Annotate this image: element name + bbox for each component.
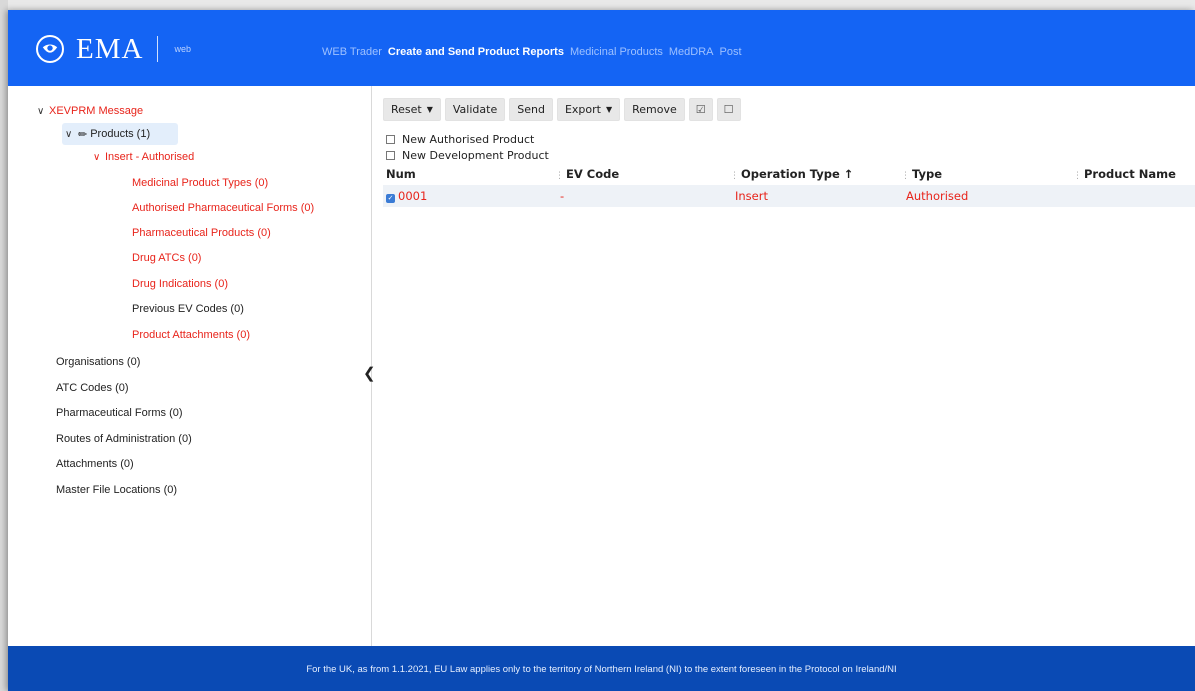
nav-post[interactable]: Post bbox=[720, 46, 742, 58]
tree-item-medicinal-product-types[interactable]: Medicinal Product Types (0) bbox=[132, 172, 268, 194]
checkbox-icon[interactable] bbox=[386, 134, 395, 144]
validate-button[interactable]: Validate bbox=[444, 98, 506, 121]
chevron-down-icon[interactable]: ∨ bbox=[93, 152, 105, 163]
table-row[interactable]: ✓ 0001 - Insert Authorised bbox=[383, 185, 1195, 207]
tree-insert-label: Insert - Authorised bbox=[105, 151, 195, 163]
reset-label: Reset bbox=[391, 103, 422, 116]
new-product-options: New Authorised Product New Development P… bbox=[386, 131, 549, 163]
tree-item-previous-ev-codes[interactable]: Previous EV Codes (0) bbox=[132, 298, 244, 320]
caret-down-icon: ▼ bbox=[426, 105, 433, 114]
checkbox-icon[interactable] bbox=[386, 150, 395, 160]
deselect-all-icon[interactable]: ☐ bbox=[716, 98, 741, 121]
column-type-label: Type bbox=[912, 167, 943, 181]
new-authorised-product-option[interactable]: New Authorised Product bbox=[386, 131, 549, 147]
nav-medicinal-products[interactable]: Medicinal Products bbox=[570, 46, 663, 58]
tree-item-drug-atcs[interactable]: Drug ATCs (0) bbox=[132, 247, 201, 269]
column-ev-code[interactable]: ⋮ EV Code bbox=[555, 167, 619, 181]
cell-ev-code: - bbox=[560, 189, 565, 203]
window-edge bbox=[0, 0, 8, 691]
cell-num-value: 0001 bbox=[398, 189, 428, 203]
export-button[interactable]: Export ▼ bbox=[556, 98, 621, 121]
tree-item-pharmaceutical-forms[interactable]: Pharmaceutical Forms (0) bbox=[56, 402, 183, 424]
column-num[interactable]: Num bbox=[386, 167, 416, 181]
tree-item-atc-codes[interactable]: ATC Codes (0) bbox=[56, 377, 129, 399]
app-name-sub: web bbox=[174, 44, 191, 54]
send-button[interactable]: Send bbox=[509, 98, 553, 121]
column-grip-icon[interactable]: ⋮ bbox=[730, 171, 739, 181]
column-grip-icon[interactable]: ⋮ bbox=[901, 171, 910, 181]
column-product-name[interactable]: ⋮ Product Name bbox=[1073, 167, 1176, 181]
tree-item-routes-of-administration[interactable]: Routes of Administration (0) bbox=[56, 428, 192, 450]
remove-button[interactable]: Remove bbox=[624, 98, 685, 121]
logo[interactable]: EMA XEVMPD web bbox=[36, 31, 481, 127]
logo-divider bbox=[157, 36, 159, 62]
column-operation-type-label: Operation Type ↑ bbox=[741, 167, 854, 181]
select-all-icon[interactable]: ☑ bbox=[688, 98, 713, 121]
app-window: EMA XEVMPD web WEB Trader Create and Sen… bbox=[8, 10, 1195, 691]
logo-text: EMA bbox=[76, 32, 144, 65]
cell-operation-type: Insert bbox=[735, 189, 768, 203]
cell-num[interactable]: ✓ 0001 bbox=[386, 189, 427, 203]
tree-item-master-file-locations[interactable]: Master File Locations (0) bbox=[56, 479, 177, 501]
new-development-product-option[interactable]: New Development Product bbox=[386, 147, 549, 163]
tree-item-pharmaceutical-products[interactable]: Pharmaceutical Products (0) bbox=[132, 222, 271, 244]
cell-type: Authorised bbox=[906, 189, 969, 203]
column-product-name-label: Product Name bbox=[1084, 167, 1176, 181]
reset-button[interactable]: Reset ▼ bbox=[383, 98, 441, 121]
sidebar-tree: ∨ XEVPRM Message ∨ ✏ Products (1) ∨ Inse… bbox=[8, 86, 376, 646]
tree-item-product-attachments[interactable]: Product Attachments (0) bbox=[132, 324, 250, 346]
pencil-icon: ✏ bbox=[78, 128, 88, 141]
nav-meddra[interactable]: MedDRA bbox=[669, 46, 714, 58]
export-label: Export bbox=[564, 103, 601, 116]
new-authorised-label: New Authorised Product bbox=[402, 132, 535, 146]
top-nav: WEB Trader Create and Send Product Repor… bbox=[322, 46, 742, 58]
toolbar: Reset ▼ Validate Send Export ▼ Remove ☑ … bbox=[383, 98, 741, 121]
main-panel: Reset ▼ Validate Send Export ▼ Remove ☑ … bbox=[373, 86, 1195, 646]
column-ev-code-label: EV Code bbox=[566, 167, 620, 181]
ema-logo-icon bbox=[36, 35, 64, 63]
checkbox-checked-icon[interactable]: ✓ bbox=[386, 194, 395, 203]
caret-down-icon: ▼ bbox=[605, 105, 613, 114]
chevron-down-icon[interactable]: ∨ bbox=[65, 129, 77, 140]
app-name: XEVMPD web bbox=[172, 44, 481, 127]
background-strip bbox=[0, 0, 1195, 10]
nav-create-send[interactable]: Create and Send Product Reports bbox=[388, 46, 564, 58]
footer-notice: For the UK, as from 1.1.2021, EU Law app… bbox=[8, 646, 1195, 691]
chevron-down-icon[interactable]: ∨ bbox=[37, 106, 49, 117]
tree-item-organisations[interactable]: Organisations (0) bbox=[56, 351, 140, 373]
tree-products-label: Products (1) bbox=[90, 128, 151, 140]
tree-insert-authorised[interactable]: ∨ Insert - Authorised bbox=[93, 146, 194, 168]
nav-web-trader[interactable]: WEB Trader bbox=[322, 46, 382, 58]
new-development-label: New Development Product bbox=[402, 148, 549, 162]
header-bar: EMA XEVMPD web WEB Trader Create and Sen… bbox=[8, 10, 1195, 127]
table-header: Num ⋮ EV Code ⋮ Operation Type ↑ ⋮ Type ⋮ Pr… bbox=[383, 167, 1195, 185]
column-operation-type[interactable]: ⋮ Operation Type ↑ bbox=[730, 167, 853, 181]
tree-item-drug-indications[interactable]: Drug Indications (0) bbox=[132, 273, 228, 295]
column-grip-icon[interactable]: ⋮ bbox=[1073, 171, 1082, 181]
tree-root[interactable]: ∨ XEVPRM Message bbox=[37, 100, 143, 122]
tree-products[interactable]: ∨ ✏ Products (1) bbox=[65, 123, 150, 145]
column-type[interactable]: ⋮ Type bbox=[901, 167, 942, 181]
column-grip-icon[interactable]: ⋮ bbox=[555, 171, 564, 181]
tree-root-label: XEVPRM Message bbox=[49, 105, 144, 117]
tree-item-authorised-pharm-forms[interactable]: Authorised Pharmaceutical Forms (0) bbox=[132, 197, 314, 219]
tree-item-attachments[interactable]: Attachments (0) bbox=[56, 453, 134, 475]
